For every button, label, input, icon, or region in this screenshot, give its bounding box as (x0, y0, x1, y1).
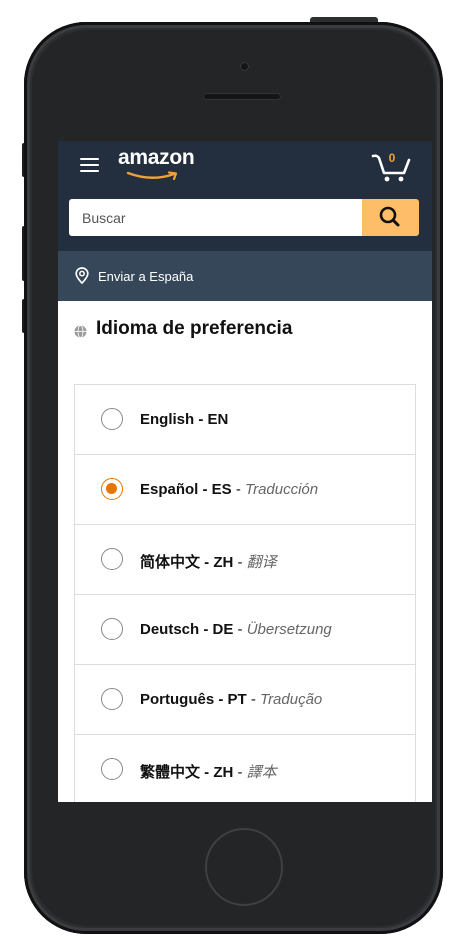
location-pin-icon (75, 267, 89, 284)
radio-button[interactable] (101, 408, 123, 430)
language-option-label: English - EN (140, 411, 229, 428)
radio-button[interactable] (101, 618, 123, 640)
language-option-label: Español - ES - Traducción (140, 481, 319, 498)
radio-button-selected[interactable] (101, 478, 123, 500)
radio-button[interactable] (101, 758, 123, 780)
search-icon (379, 206, 400, 227)
front-camera (240, 62, 249, 71)
search-input[interactable] (69, 199, 364, 236)
globe-icon (74, 325, 87, 338)
language-options-list: English - EN Español - ES - Traducción 简… (74, 384, 416, 802)
language-option-label: 简体中文 - ZH - 翻译 (140, 554, 277, 571)
language-option-label: 繁體中文 - ZH - 譯本 (140, 764, 277, 781)
language-option-de[interactable]: Deutsch - DE - Übersetzung (74, 594, 416, 664)
language-option-label: Português - PT - Tradução (140, 691, 323, 708)
top-nav-bar: amazon 0 (58, 141, 432, 195)
language-option-label: Deutsch - DE - Übersetzung (140, 621, 332, 638)
radio-button[interactable] (101, 548, 123, 570)
delivery-location-bar[interactable]: Enviar a España (58, 251, 432, 301)
amazon-smile-logo (126, 171, 178, 181)
radio-button[interactable] (101, 688, 123, 710)
delivery-location-text: Enviar a España (98, 269, 194, 284)
search-bar (58, 195, 432, 251)
language-option-zh-hant[interactable]: 繁體中文 - ZH - 譯本 (74, 734, 416, 802)
language-option-es[interactable]: Español - ES - Traducción (74, 454, 416, 524)
language-option-zh-hans[interactable]: 简体中文 - ZH - 翻译 (74, 524, 416, 594)
search-button[interactable] (362, 199, 419, 236)
page-title: Idioma de preferencia (96, 318, 293, 339)
language-option-pt[interactable]: Português - PT - Tradução (74, 664, 416, 734)
cart-count-badge: 0 (388, 151, 396, 165)
earpiece-speaker (203, 93, 281, 100)
hamburger-icon[interactable] (80, 158, 99, 172)
language-option-en[interactable]: English - EN (74, 384, 416, 454)
amazon-logo[interactable]: amazon (118, 146, 195, 170)
phone-screen: amazon 0 Enviar a España (58, 141, 432, 802)
home-button[interactable] (205, 828, 283, 906)
